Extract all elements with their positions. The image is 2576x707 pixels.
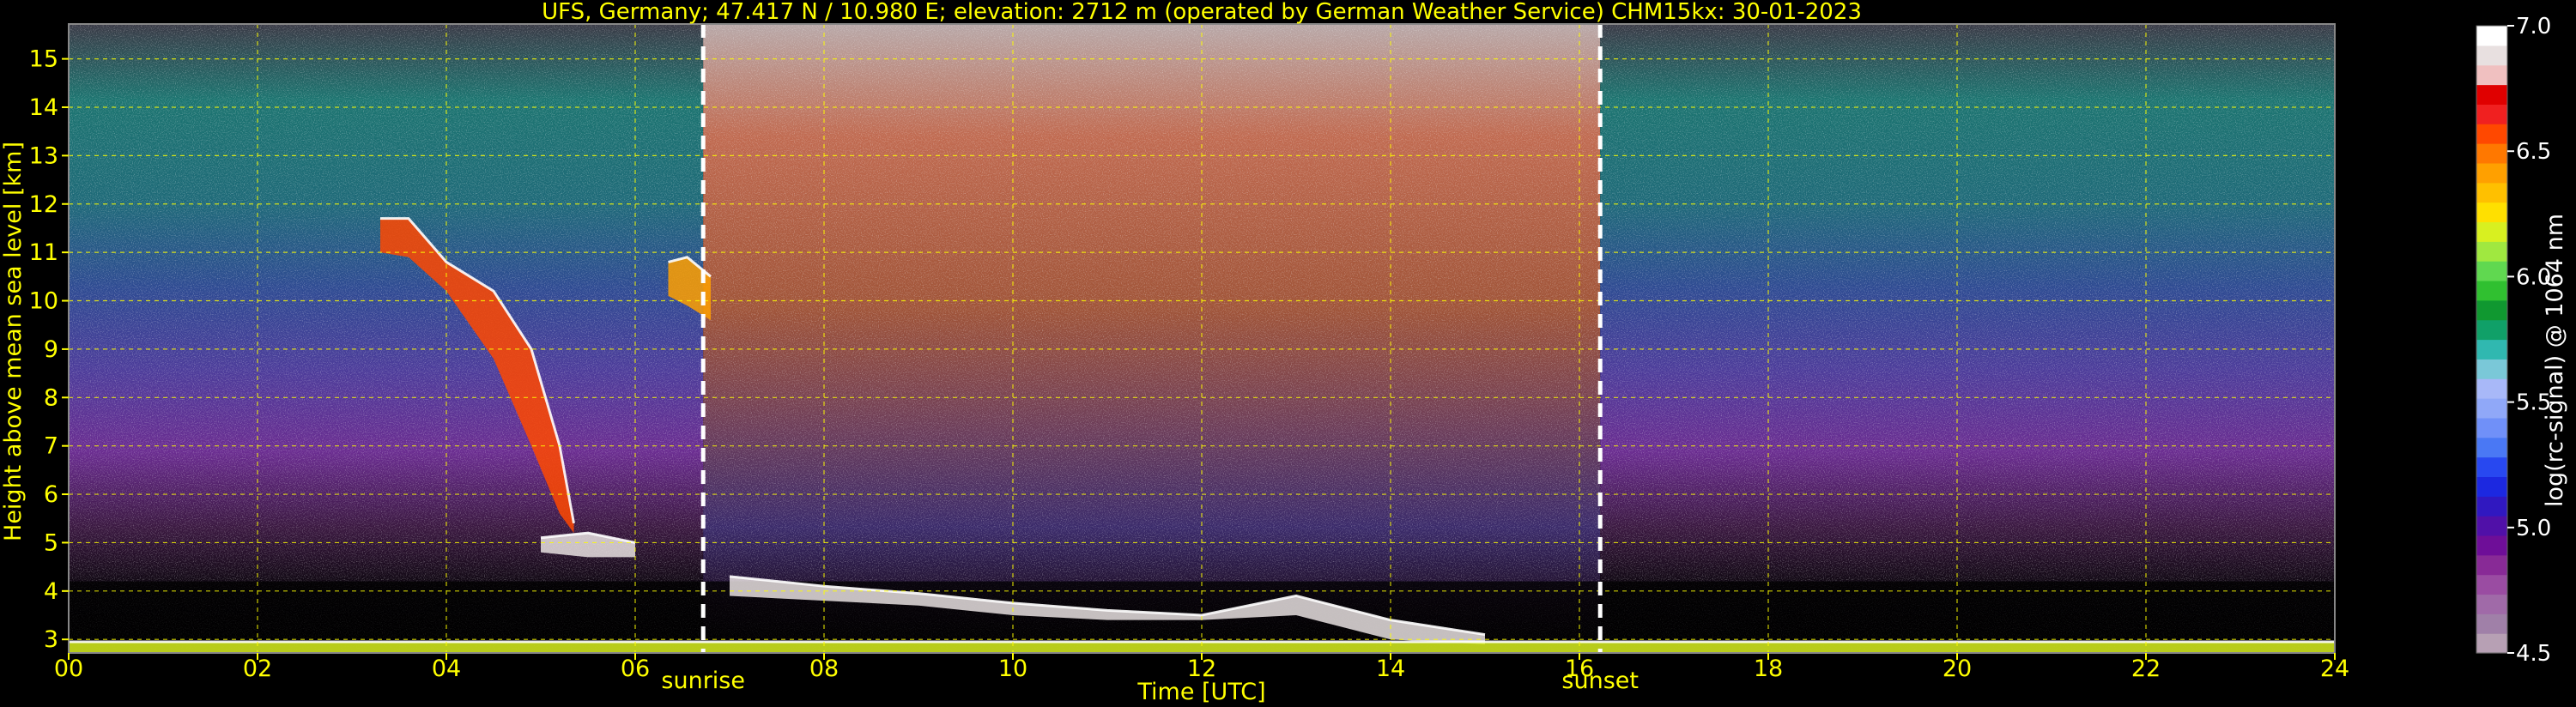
colorbar-swatch: [2476, 299, 2507, 321]
colorbar-swatch: [2476, 202, 2507, 223]
colorbar-swatch: [2476, 280, 2507, 301]
colorbar-swatch: [2476, 162, 2507, 184]
x-tick-label: 22: [2131, 656, 2161, 682]
colorbar-swatch: [2476, 319, 2507, 341]
x-tick-label: 14: [1376, 656, 1405, 682]
x-tick-label: 02: [243, 656, 272, 682]
y-tick-label: 9: [44, 336, 58, 363]
y-tick-label: 5: [44, 529, 58, 556]
colorbar-swatch: [2476, 594, 2507, 614]
y-tick-label: 4: [44, 578, 58, 605]
lidar-backscatter-chart: sunrise sunset 00 02 04 06 08 10 12 14 16 18 20 22 24…: [0, 0, 2568, 705]
x-tick-label: 16: [1565, 656, 1594, 682]
colorbar-swatch: [2476, 496, 2507, 517]
x-tick-label: 20: [1943, 656, 1972, 682]
chart-title: UFS, Germany; 47.417 N / 10.980 E; eleva…: [542, 0, 1862, 25]
x-tick-label: 06: [621, 656, 650, 682]
colorbar-swatch: [2476, 64, 2507, 86]
colorbar-swatch: [2476, 417, 2507, 438]
x-axis-label: Time [UTC]: [1136, 679, 1265, 705]
x-tick-label: 10: [998, 656, 1027, 682]
x-tick-label: 08: [809, 656, 839, 682]
colorbar-swatch: [2476, 182, 2507, 203]
colorbar-tick-label: 5.0: [2516, 516, 2551, 541]
colorbar-swatch: [2476, 26, 2507, 46]
y-tick-label: 7: [44, 433, 58, 460]
colorbar-swatch: [2476, 359, 2507, 379]
x-tick-label: 18: [1754, 656, 1783, 682]
colorbar-swatch: [2476, 378, 2507, 399]
y-tick-label: 8: [44, 384, 58, 411]
colorbar-tick-label: 7.0: [2516, 14, 2551, 39]
y-tick-label: 3: [44, 626, 58, 653]
colorbar-swatch: [2476, 554, 2507, 576]
colorbar-swatch: [2476, 241, 2507, 262]
colorbar-swatch: [2476, 339, 2507, 360]
colorbar-swatch: [2476, 633, 2507, 654]
y-tick-label: 15: [29, 46, 58, 73]
colorbar: [2476, 25, 2508, 654]
y-tick-label: 14: [29, 94, 58, 121]
x-tick-label: 00: [54, 656, 83, 682]
y-axis-label: Height above mean sea level [km]: [0, 142, 27, 541]
x-tick-label: 04: [432, 656, 461, 682]
y-axis-ticks: 3 4 5 6 7 8 9 10 11 12 13 14 15: [29, 46, 69, 653]
colorbar-swatch: [2476, 437, 2507, 458]
y-tick-label: 12: [29, 191, 58, 218]
x-tick-label: 24: [2320, 656, 2349, 682]
colorbar-swatch: [2476, 398, 2507, 419]
colorbar-tick-label: 4.5: [2516, 641, 2551, 667]
colorbar-label: log(rc-signal) @ 1064 nm: [2542, 214, 2568, 507]
colorbar-swatch: [2476, 516, 2507, 536]
colorbar-swatch: [2476, 261, 2507, 281]
colorbar-swatch: [2476, 456, 2507, 478]
y-tick-label: 13: [29, 142, 58, 169]
colorbar-swatch: [2476, 84, 2507, 105]
y-tick-label: 6: [44, 481, 58, 508]
colorbar-swatch: [2476, 613, 2507, 634]
colorbar-swatch: [2476, 104, 2507, 124]
y-tick-label: 11: [29, 239, 58, 266]
colorbar-swatch: [2476, 476, 2507, 497]
colorbar-swatch: [2476, 535, 2507, 556]
colorbar-swatch: [2476, 143, 2507, 164]
sunrise-marker-label: sunrise: [661, 668, 745, 694]
colorbar-swatch: [2476, 221, 2507, 242]
x-axis-ticks: 00 02 04 06 08 10 12 14 16 18 20 22 24: [54, 653, 2349, 682]
colorbar-tick-label: 6.5: [2516, 139, 2551, 165]
colorbar-swatch: [2476, 574, 2507, 595]
colorbar-swatch: [2476, 45, 2507, 66]
y-tick-label: 10: [29, 288, 58, 315]
colorbar-swatch: [2476, 124, 2507, 144]
